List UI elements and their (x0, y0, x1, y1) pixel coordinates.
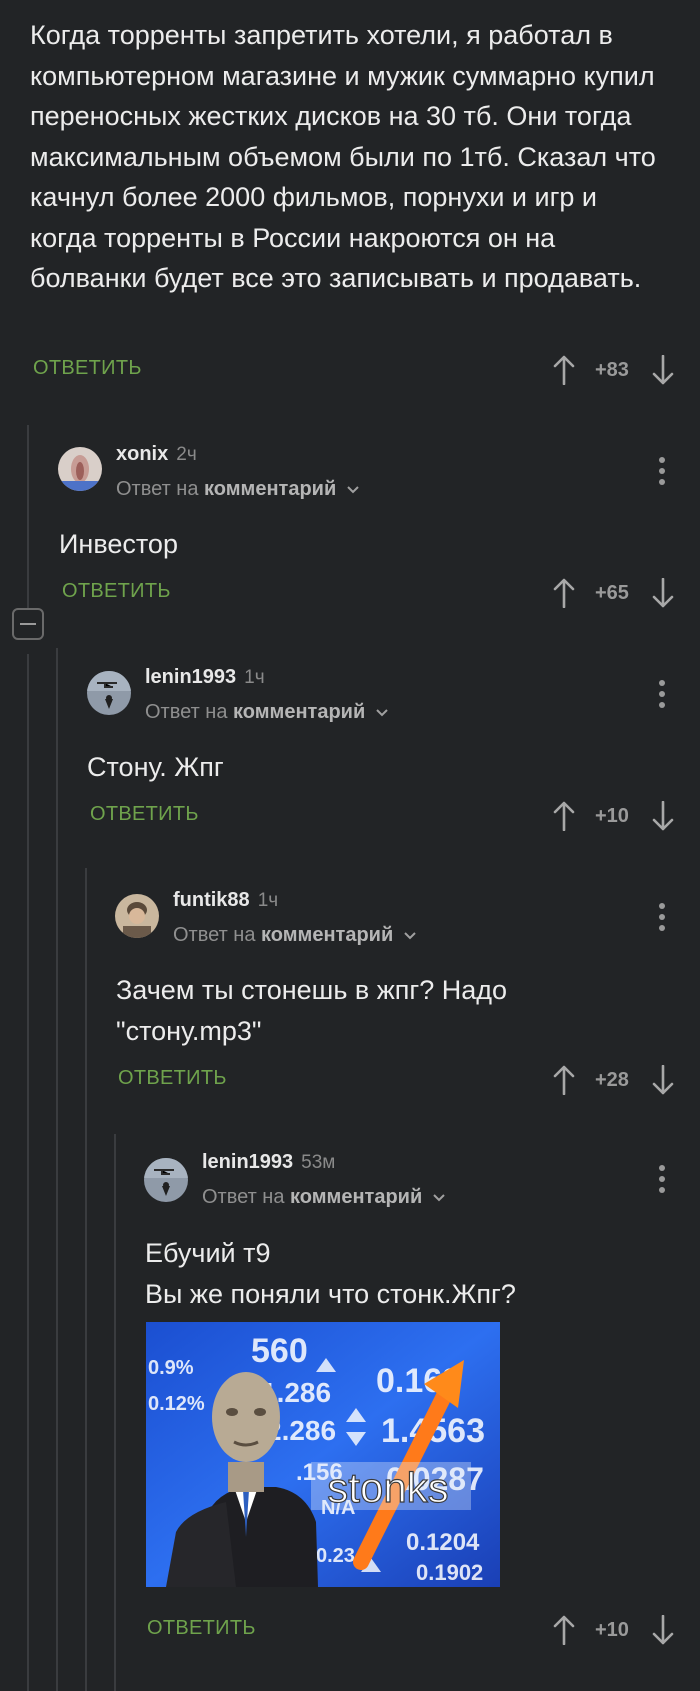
rating-value: +83 (595, 359, 629, 381)
chevron-down-icon (433, 1194, 445, 1202)
reply-to-link[interactable]: Ответ на комментарий (173, 924, 417, 947)
chevron-down-icon (404, 932, 416, 940)
more-dots-icon[interactable] (659, 680, 665, 713)
rating-value: +65 (595, 582, 629, 604)
username[interactable]: funtik88 1ч (173, 889, 278, 912)
rating-value: +28 (595, 1069, 629, 1091)
thread-line-2[interactable] (56, 648, 58, 1691)
comment-text: Стону. Жпг (87, 752, 224, 782)
reply-button[interactable]: ОТВЕТИТЬ (118, 1067, 227, 1090)
ticker-text: 0.1902 (416, 1560, 483, 1585)
avatar[interactable] (115, 894, 159, 938)
upvote-arrow-icon[interactable] (553, 355, 575, 385)
ticker-text: 0.12% (148, 1393, 205, 1415)
comment-line: Зачем ты стонешь в жпг? Надо (116, 975, 508, 1005)
reply-button[interactable]: ОТВЕТИТЬ (62, 580, 171, 603)
downvote-arrow-icon[interactable] (652, 801, 674, 831)
reply-to-link[interactable]: Ответ на комментарий (145, 701, 389, 724)
thread-line-4[interactable] (114, 1134, 116, 1691)
downvote-arrow-icon[interactable] (652, 1065, 674, 1095)
timestamp: 2ч (176, 444, 197, 465)
avatar[interactable] (144, 1158, 188, 1202)
downvote-arrow-icon[interactable] (652, 1615, 674, 1645)
downvote-arrow-icon[interactable] (652, 355, 674, 385)
reply-button[interactable]: ОТВЕТИТЬ (147, 1617, 256, 1640)
ticker-text: 0.9% (148, 1357, 194, 1379)
comment-text: Зачем ты стонешь в жпг? Надо "стону.mp3" (116, 970, 676, 1051)
comment-line: Ебучий т9 (145, 1238, 271, 1268)
collapse-minus-icon[interactable] (12, 608, 44, 640)
more-dots-icon[interactable] (659, 903, 665, 936)
reply-to-link[interactable]: Ответ на комментарий (202, 1186, 446, 1209)
rating-value: +10 (595, 1619, 629, 1641)
upvote-arrow-icon[interactable] (553, 1065, 575, 1095)
root-comment-text: Когда торренты запретить хотели, я работ… (30, 20, 656, 293)
thread-line-1b[interactable] (27, 654, 29, 1691)
rating-value: +10 (595, 805, 629, 827)
thread-line-1[interactable] (27, 425, 29, 610)
downvote-arrow-icon[interactable] (652, 578, 674, 608)
more-dots-icon[interactable] (659, 457, 665, 490)
stonks-caption: stonks (327, 1464, 448, 1511)
comment-text: Ебучий т9 Вы же поняли что стонк.Жпг? (145, 1233, 685, 1314)
timestamp: 1ч (257, 890, 279, 911)
avatar[interactable] (58, 447, 102, 491)
reply-to-link[interactable]: Ответ на комментарий (116, 478, 360, 501)
timestamp: 1ч (244, 667, 265, 688)
upvote-arrow-icon[interactable] (553, 578, 575, 608)
ticker-text: 0.1204 (406, 1529, 480, 1556)
username[interactable]: lenin1993 53м (202, 1151, 335, 1174)
reply-button[interactable]: ОТВЕТИТЬ (90, 803, 199, 826)
upvote-arrow-icon[interactable] (553, 801, 575, 831)
more-dots-icon[interactable] (659, 1165, 665, 1198)
comment-text: Инвестор (59, 529, 178, 559)
chevron-down-icon (376, 709, 388, 717)
thread-line-3[interactable] (85, 868, 87, 1691)
reply-button[interactable]: ОТВЕТИТЬ (33, 357, 142, 380)
comment-line: "стону.mp3" (116, 1015, 262, 1046)
timestamp: 53м (301, 1152, 336, 1173)
ticker-text: 560 (251, 1332, 308, 1370)
comment-line: Вы же поняли что стонк.Жпг? (145, 1278, 516, 1309)
upvote-arrow-icon[interactable] (553, 1615, 575, 1645)
username[interactable]: lenin1993 1ч (145, 666, 265, 689)
avatar[interactable] (87, 671, 131, 715)
stonks-image[interactable]: 560 0.168 1.4563 2.286 1.286 0.0287 0.12… (146, 1322, 500, 1587)
username[interactable]: xonix 2ч (116, 443, 197, 466)
chevron-down-icon (347, 486, 359, 494)
